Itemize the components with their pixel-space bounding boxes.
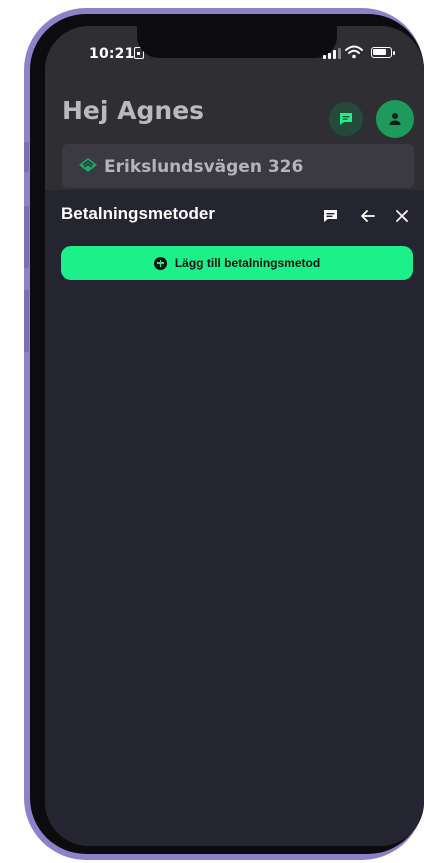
- greeting-title: Hej Agnes: [62, 96, 205, 125]
- wifi-icon: [345, 45, 363, 59]
- phone-screen: Hej Agnes Erikslundsvägen 326 10:21 Beta…: [45, 26, 424, 846]
- back-arrow-icon[interactable]: [358, 206, 378, 226]
- user-icon: [389, 113, 401, 125]
- plus-circle-icon: [153, 256, 167, 270]
- address-diamond-icon: [79, 158, 97, 172]
- close-icon[interactable]: [392, 206, 412, 226]
- add-payment-method-label: Lägg till betalningsmetod: [174, 256, 321, 270]
- sheet-title: Betalningsmetoder: [61, 204, 215, 223]
- battery-icon: [371, 47, 395, 58]
- side-button-volume-up: [24, 206, 29, 268]
- signal-icon: [323, 48, 341, 59]
- chat-icon: [340, 113, 352, 125]
- chat-icon[interactable]: [321, 206, 341, 226]
- side-button-volume-down: [24, 290, 29, 352]
- add-payment-method-button[interactable]: Lägg till betalningsmetod: [61, 246, 413, 280]
- chat-button[interactable]: [329, 102, 363, 136]
- side-button-mute: [24, 142, 29, 172]
- address-text: Erikslundsvägen 326: [104, 157, 304, 177]
- notch: [137, 26, 337, 58]
- status-bar: 10:21: [45, 26, 424, 80]
- address-card[interactable]: Erikslundsvägen 326: [62, 144, 414, 188]
- profile-button[interactable]: [376, 100, 414, 138]
- status-time: 10:21: [89, 46, 135, 62]
- payment-methods-sheet: Betalningsmetoder Lägg till betalningsme…: [45, 190, 424, 846]
